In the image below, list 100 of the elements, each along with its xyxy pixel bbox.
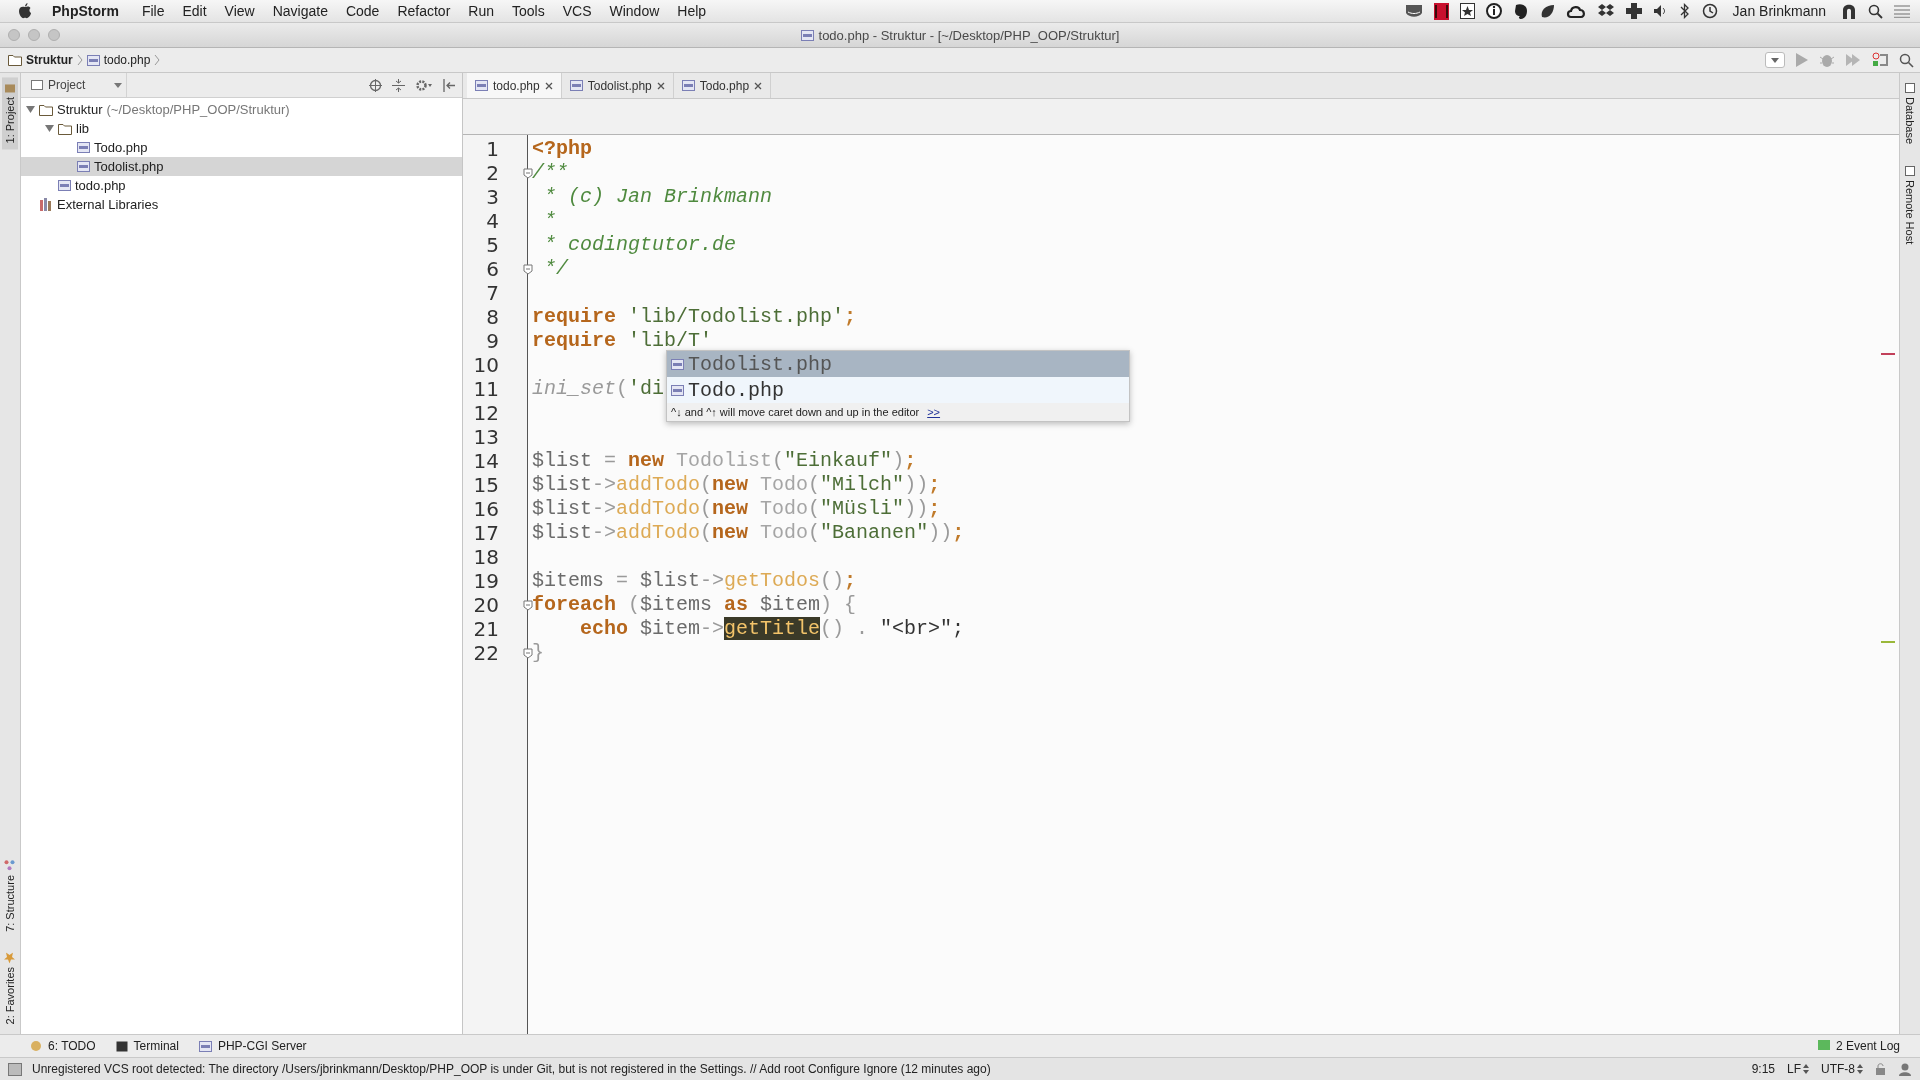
plus-icon[interactable] bbox=[1625, 3, 1642, 19]
hide-panel-icon[interactable] bbox=[443, 78, 456, 92]
line-number: 19 bbox=[472, 569, 499, 593]
caret-position[interactable]: 9:15 bbox=[1751, 1062, 1775, 1076]
php-file-icon bbox=[671, 357, 684, 371]
php-file-icon bbox=[800, 28, 814, 42]
editor-tab[interactable]: Todo.php bbox=[673, 73, 772, 98]
list-icon[interactable] bbox=[1894, 4, 1910, 18]
apple-icon[interactable] bbox=[18, 3, 32, 19]
gear-icon[interactable] bbox=[415, 78, 433, 92]
menu-item[interactable]: File bbox=[132, 3, 174, 19]
elephant-icon[interactable] bbox=[1512, 2, 1529, 20]
tool-window-tab[interactable]: 1: Project bbox=[2, 77, 18, 150]
menu-item[interactable]: Tools bbox=[503, 3, 554, 19]
code-line: echo $item->getTitle() . "<br>"; bbox=[579, 617, 965, 640]
tree-item[interactable]: todo.php bbox=[21, 176, 462, 195]
breadcrumb[interactable]: Struktur bbox=[26, 53, 73, 67]
menu-item[interactable]: Run bbox=[459, 3, 503, 19]
editor-tab[interactable]: todo.php bbox=[467, 73, 562, 98]
line-number: 18 bbox=[472, 545, 499, 569]
line-number: 4 bbox=[485, 209, 499, 233]
php-file-icon bbox=[475, 79, 488, 92]
expand-triangle-icon[interactable] bbox=[44, 124, 54, 133]
tool-window-tab[interactable]: 2: Favorites bbox=[2, 945, 18, 1030]
php-debug-icon[interactable] bbox=[1871, 52, 1889, 68]
menu-item[interactable]: Code bbox=[336, 3, 389, 19]
php-file-icon bbox=[58, 179, 71, 192]
close-icon[interactable] bbox=[656, 81, 665, 90]
tool-window-tab[interactable]: Database bbox=[1902, 79, 1918, 149]
chevron-icon bbox=[154, 54, 161, 66]
file-encoding[interactable]: UTF-8 bbox=[1821, 1062, 1855, 1076]
event-log-button[interactable]: 2 Event Log bbox=[1817, 1039, 1900, 1053]
search-icon[interactable] bbox=[1899, 52, 1914, 68]
tree-item[interactable]: lib bbox=[21, 119, 462, 138]
tool-window-tab[interactable]: 7: Structure bbox=[2, 853, 18, 938]
tool-window-button[interactable]: Terminal bbox=[115, 1039, 179, 1053]
menu-item[interactable]: Window bbox=[600, 3, 669, 19]
leaf-icon[interactable] bbox=[1539, 3, 1555, 19]
menu-item[interactable]: Edit bbox=[173, 3, 216, 19]
info-icon[interactable] bbox=[1485, 3, 1502, 19]
run-config-dropdown[interactable] bbox=[1765, 52, 1785, 68]
close-icon[interactable] bbox=[754, 81, 763, 90]
search-icon[interactable] bbox=[1868, 3, 1883, 19]
caret-icon bbox=[1771, 57, 1779, 63]
person-icon[interactable] bbox=[1898, 1062, 1912, 1076]
breadcrumb[interactable]: todo.php bbox=[103, 53, 151, 67]
expand-triangle-icon[interactable] bbox=[25, 105, 35, 114]
tree-item[interactable]: Todolist.php bbox=[21, 157, 462, 176]
caret-icon bbox=[114, 82, 122, 88]
tree-item[interactable]: Struktur (~/Desktop/PHP_OOP/Struktur) bbox=[21, 100, 462, 119]
line-number: 5 bbox=[485, 233, 499, 257]
code-line: require 'lib/T' bbox=[532, 329, 713, 352]
more-link[interactable]: >> bbox=[927, 406, 941, 418]
drive-icon[interactable] bbox=[1404, 3, 1423, 19]
fold-marker-icon[interactable] bbox=[523, 599, 533, 611]
lock-icon[interactable] bbox=[1875, 1063, 1886, 1075]
line-number: 2 bbox=[485, 161, 499, 185]
tool-window-button[interactable]: 6: TODO bbox=[30, 1039, 96, 1053]
fold-marker-icon[interactable] bbox=[523, 167, 533, 179]
window-title: todo.php - Struktur - [~/Desktop/PHP_OOP/Struktur] bbox=[818, 27, 1120, 43]
app-menu[interactable]: PhpStorm bbox=[52, 3, 119, 19]
tool-window-tab[interactable]: Remote Host bbox=[1902, 162, 1918, 249]
collapse-icon[interactable] bbox=[392, 78, 405, 92]
bluetooth-icon[interactable] bbox=[1679, 3, 1690, 19]
completion-item[interactable]: Todolist.php bbox=[667, 351, 1129, 377]
line-number: 15 bbox=[472, 473, 499, 497]
code-line: * (c) Jan Brinkmann bbox=[543, 185, 773, 208]
menu-item[interactable]: View bbox=[215, 3, 264, 19]
structure-icon bbox=[4, 859, 16, 871]
line-number: 1 bbox=[485, 137, 499, 161]
cloud-icon[interactable] bbox=[1565, 3, 1586, 19]
code-line: ini_set('di bbox=[532, 377, 665, 400]
tree-item[interactable]: External Libraries bbox=[21, 195, 462, 214]
todo-icon bbox=[30, 1040, 42, 1052]
panel-toggle-icon[interactable] bbox=[8, 1062, 22, 1076]
clock-icon[interactable] bbox=[1700, 3, 1718, 19]
fold-marker-icon[interactable] bbox=[523, 263, 533, 275]
user-name[interactable]: Jan Brinkmann bbox=[1732, 3, 1826, 19]
arch-icon[interactable] bbox=[1841, 3, 1857, 19]
fold-marker-icon[interactable] bbox=[523, 647, 533, 659]
completion-item[interactable]: Todo.php bbox=[667, 377, 1129, 403]
line-number: 22 bbox=[472, 641, 499, 665]
film-icon[interactable] bbox=[1433, 2, 1449, 20]
menu-item[interactable]: Navigate bbox=[263, 3, 337, 19]
box-icon[interactable] bbox=[1596, 3, 1615, 19]
line-separator[interactable]: LF bbox=[1787, 1062, 1801, 1076]
php-file-icon bbox=[198, 1039, 212, 1053]
editor-tab[interactable]: Todolist.php bbox=[561, 73, 674, 98]
menu-item[interactable]: Help bbox=[668, 3, 716, 19]
tree-item[interactable]: Todo.php bbox=[21, 138, 462, 157]
line-number: 16 bbox=[472, 497, 499, 521]
menu-item[interactable]: VCS bbox=[553, 3, 601, 19]
tool-window-button[interactable]: PHP-CGI Server bbox=[198, 1039, 307, 1053]
star-icon[interactable] bbox=[1459, 3, 1475, 19]
crosshair-icon[interactable] bbox=[369, 78, 382, 92]
close-icon[interactable] bbox=[544, 81, 553, 90]
chevron-icon bbox=[76, 54, 83, 66]
php-file-icon bbox=[671, 383, 684, 397]
menu-item[interactable]: Refactor bbox=[388, 3, 460, 19]
code-line: */ bbox=[543, 257, 568, 280]
